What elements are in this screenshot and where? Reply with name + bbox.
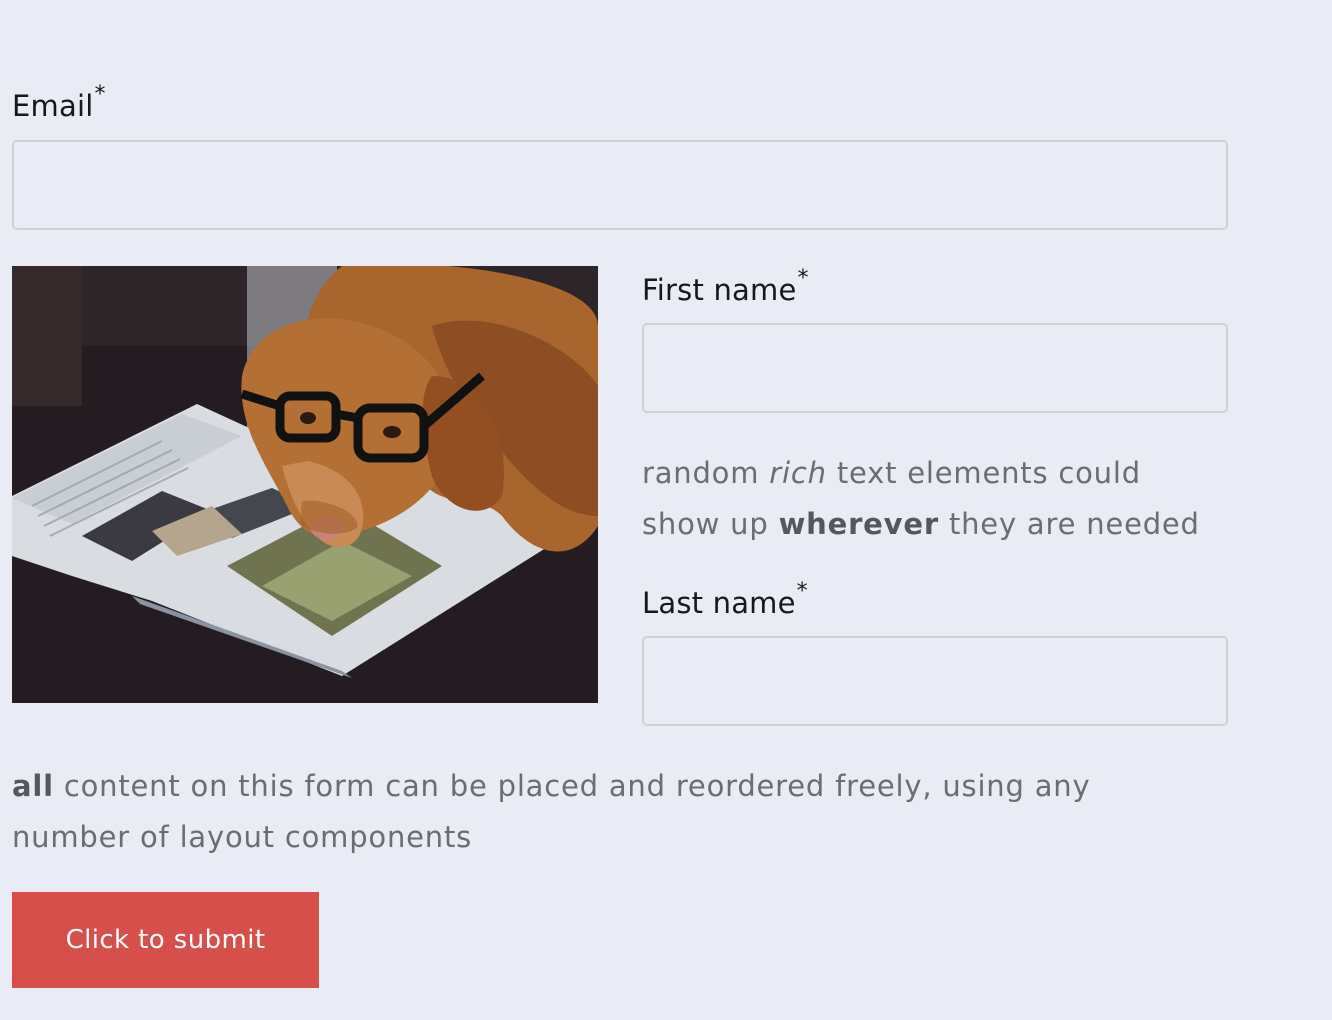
- last-name-label: Last name*: [642, 581, 808, 620]
- last-name-label-text: Last name: [642, 586, 796, 620]
- first-name-label-text: First name: [642, 273, 797, 307]
- rich-text-bold: all: [12, 769, 54, 803]
- dog-photo: [12, 266, 598, 703]
- first-name-label: First name*: [642, 268, 809, 307]
- rich-text-bold: wherever: [778, 507, 939, 541]
- email-label: Email*: [12, 84, 106, 123]
- email-label-text: Email: [12, 89, 94, 123]
- required-marker: *: [94, 82, 106, 107]
- first-name-field[interactable]: [642, 323, 1228, 413]
- rich-text-segment: random: [642, 456, 770, 490]
- email-field[interactable]: [12, 140, 1228, 230]
- last-name-field[interactable]: [642, 636, 1228, 726]
- rich-text-segment: they are needed: [938, 507, 1200, 541]
- layout-note-text: all content on this form can be placed a…: [12, 761, 1152, 863]
- required-marker: *: [797, 266, 809, 291]
- rich-text-segment: content on this form can be placed and r…: [12, 769, 1091, 854]
- form-container: Email* First name* random rich text elem…: [12, 0, 1228, 1020]
- rich-text-block: random rich text elements could show up …: [642, 448, 1228, 550]
- required-marker: *: [796, 579, 808, 604]
- dog-photo-image: [12, 266, 598, 703]
- submit-button[interactable]: Click to submit: [12, 892, 319, 988]
- rich-text-italic: rich: [769, 456, 827, 490]
